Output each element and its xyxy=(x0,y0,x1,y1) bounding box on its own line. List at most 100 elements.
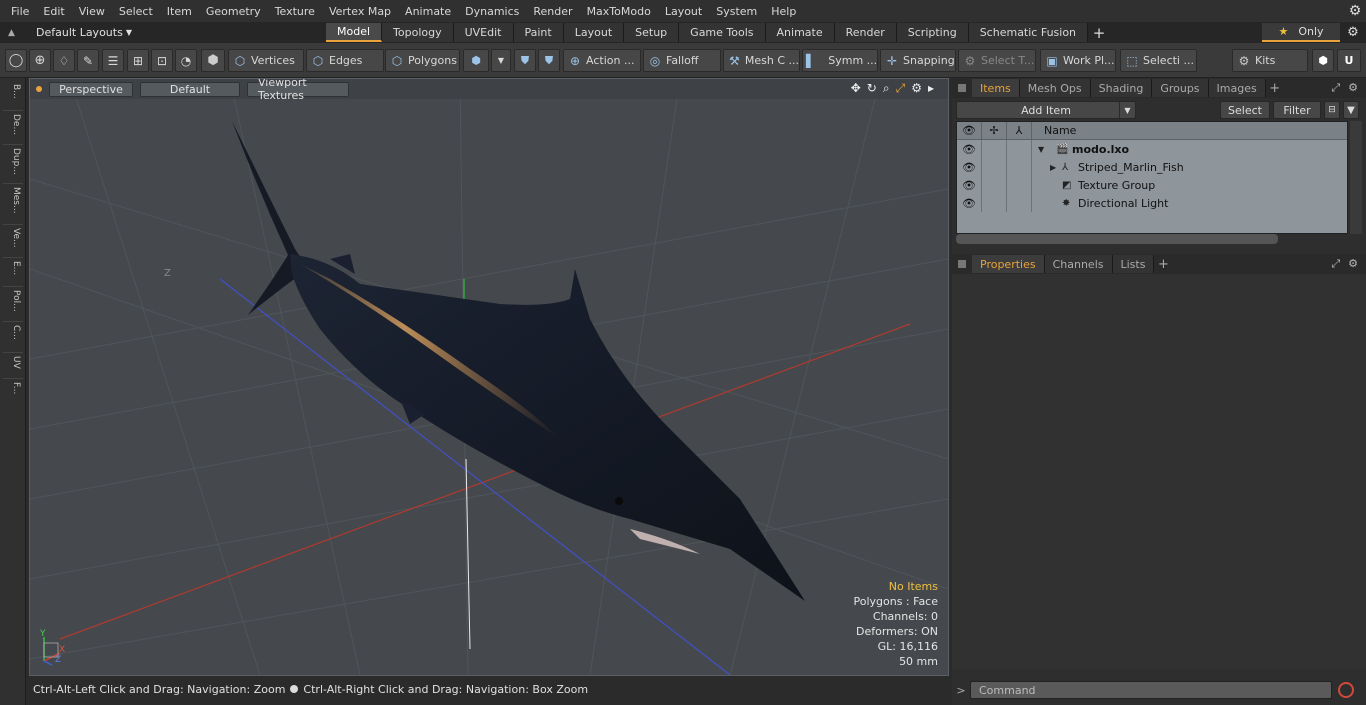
tab-groups[interactable]: Groups xyxy=(1152,79,1209,97)
symmetry-button[interactable]: ▌ Symm ... xyxy=(802,49,878,72)
select-circle-button[interactable]: ◯ xyxy=(5,49,27,72)
tab-scripting[interactable]: Scripting xyxy=(896,23,969,42)
menu-system[interactable]: System xyxy=(709,5,764,18)
add-item-button[interactable]: Add Item ▼ xyxy=(956,101,1136,119)
layout-settings-gear-icon[interactable]: ⚙ xyxy=(1340,25,1366,40)
pop-out-icon[interactable]: ⤢ xyxy=(1331,257,1340,271)
record-macro-icon[interactable] xyxy=(1338,682,1354,698)
command-input[interactable]: Command xyxy=(970,681,1332,699)
panel-gear-icon[interactable]: ⚙ xyxy=(1348,81,1358,95)
tab-items[interactable]: Items xyxy=(972,79,1020,97)
eye-icon[interactable]: 👁 xyxy=(957,140,982,158)
mesh-constraint-button[interactable]: ⚒ Mesh C ... xyxy=(723,49,800,72)
brush-button[interactable]: ✎ xyxy=(77,49,99,72)
tab-render[interactable]: Render xyxy=(834,23,897,42)
unity-button[interactable]: ⬢ xyxy=(1312,49,1334,72)
left-tab-basic[interactable]: B... xyxy=(3,84,21,108)
work-plane-button[interactable]: ▣ Work Pl... xyxy=(1040,49,1116,72)
tab-layout[interactable]: Layout xyxy=(563,23,625,42)
tree-row-striped-marlin-fish[interactable]: 👁 ▶ ⅄ Striped_Marlin_Fish xyxy=(957,158,1347,176)
menu-view[interactable]: View xyxy=(72,5,112,18)
pen-button[interactable]: ♢ xyxy=(53,49,75,72)
globe-button[interactable]: ⊕ xyxy=(29,49,51,72)
tree-row-directional-light[interactable]: 👁 ✸ Directional Light xyxy=(957,194,1347,212)
tab-lists[interactable]: Lists xyxy=(1112,255,1155,273)
left-tab-curve[interactable]: C... xyxy=(3,325,21,351)
left-tab-duplicate[interactable]: Dup... xyxy=(3,148,21,182)
left-tab-uv[interactable]: UV xyxy=(3,356,21,378)
vertices-button[interactable]: ⬡ Vertices xyxy=(228,49,304,72)
expand-right-icon[interactable]: ▸ xyxy=(928,81,934,96)
panel-menu-icon[interactable] xyxy=(958,260,966,268)
eye-icon[interactable]: 👁 xyxy=(957,158,982,176)
tree-row-texture-group[interactable]: 👁 ◩ Texture Group xyxy=(957,176,1347,194)
tab-uvedit[interactable]: UVEdit xyxy=(453,23,514,42)
viewport-menu-dot[interactable] xyxy=(36,86,42,92)
viewport-scene[interactable] xyxy=(30,79,948,675)
zoom-icon[interactable]: ⌕ xyxy=(883,81,890,96)
pop-out-icon[interactable]: ⤢ xyxy=(1331,81,1340,95)
select-button[interactable]: Select xyxy=(1220,101,1270,119)
left-tab-vertex[interactable]: Ve... xyxy=(3,228,21,256)
edges-button[interactable]: ⬡ Edges xyxy=(306,49,384,72)
gear-icon[interactable]: ⚙ xyxy=(1344,0,1366,22)
collapse-icon[interactable]: ⊟ xyxy=(1324,101,1340,119)
tree-horizontal-scrollbar[interactable] xyxy=(956,234,1278,244)
funnel-icon[interactable]: ▼ xyxy=(1343,101,1359,119)
name-column-header[interactable]: Name xyxy=(1032,124,1076,137)
frame-button[interactable]: ⊡ xyxy=(151,49,173,72)
add-tab-icon[interactable]: + xyxy=(1088,24,1110,42)
type-column-icon[interactable]: ⅄ xyxy=(1007,122,1032,140)
menu-dynamics[interactable]: Dynamics xyxy=(458,5,526,18)
eye-icon[interactable]: 👁 xyxy=(957,176,982,194)
left-tab-polygon[interactable]: Pol... xyxy=(3,290,21,320)
selection-sets-button[interactable]: ⬚ Selecti ... xyxy=(1120,49,1197,72)
view-mode-button[interactable]: Perspective xyxy=(49,81,133,97)
rotate-icon[interactable]: ↻ xyxy=(867,81,877,96)
tree-row-modo-lxo[interactable]: 👁 ▼ 🎬 modo.lxo xyxy=(957,140,1347,158)
visibility-column-icon[interactable]: 👁 xyxy=(957,122,982,140)
symmetry-toggle-button[interactable]: ⛊ xyxy=(514,49,536,72)
pan-icon[interactable]: ✥ xyxy=(851,81,861,96)
menu-maxtomodo[interactable]: MaxToModo xyxy=(580,5,658,18)
left-tab-edge[interactable]: E... xyxy=(3,261,21,285)
menu-help[interactable]: Help xyxy=(764,5,803,18)
menu-render[interactable]: Render xyxy=(526,5,579,18)
left-tab-deform[interactable]: De... xyxy=(3,114,21,142)
tab-schematic-fusion[interactable]: Schematic Fusion xyxy=(968,23,1089,42)
menu-animate[interactable]: Animate xyxy=(398,5,458,18)
chevron-down-icon[interactable]: ▼ xyxy=(1119,102,1135,118)
collapse-up-icon[interactable]: ▲ xyxy=(8,28,24,38)
menu-select[interactable]: Select xyxy=(112,5,160,18)
filter-button[interactable]: Filter xyxy=(1273,101,1321,119)
falloff-button[interactable]: ◎ Falloff xyxy=(643,49,721,72)
align-button[interactable]: ☰ xyxy=(102,49,124,72)
unreal-button[interactable]: U xyxy=(1337,49,1361,72)
tab-mesh-ops[interactable]: Mesh Ops xyxy=(1019,79,1091,97)
maximize-icon[interactable]: ⤢ xyxy=(896,81,906,96)
expand-arrow-icon[interactable]: ▶ xyxy=(1050,163,1062,172)
eye-icon[interactable]: 👁 xyxy=(957,194,982,212)
tab-channels[interactable]: Channels xyxy=(1044,255,1113,273)
item-mode-button[interactable]: ⬢ xyxy=(201,49,225,72)
add-panel-tab-icon[interactable]: + xyxy=(1154,257,1172,272)
only-toggle[interactable]: ★ Only xyxy=(1262,23,1340,42)
left-tab-fusion[interactable]: F... xyxy=(3,382,21,406)
left-tab-mesh[interactable]: Mes... xyxy=(3,187,21,223)
viewport-settings-icon[interactable]: ⚙ xyxy=(911,81,922,96)
menu-vertex-map[interactable]: Vertex Map xyxy=(322,5,398,18)
select-through-button[interactable]: ⚙ Select T... xyxy=(958,49,1036,72)
tab-images[interactable]: Images xyxy=(1208,79,1266,97)
material-mode-button[interactable]: ⬢ xyxy=(463,49,489,72)
material-mode-dropdown[interactable]: ▼ xyxy=(491,49,511,72)
pie-button[interactable]: ◔ xyxy=(175,49,197,72)
snapping-button[interactable]: ✛ Snapping xyxy=(880,49,956,72)
striped-marlin-model[interactable] xyxy=(232,121,805,601)
sculpt-toggle-button[interactable]: ⛊ xyxy=(538,49,560,72)
tab-topology[interactable]: Topology xyxy=(382,23,454,42)
panel-menu-icon[interactable] xyxy=(958,84,966,92)
tab-paint[interactable]: Paint xyxy=(513,23,564,42)
default-layouts-dropdown[interactable]: ▲ Default Layouts ▼ xyxy=(0,22,326,43)
menu-layout[interactable]: Layout xyxy=(658,5,709,18)
add-panel-tab-icon[interactable]: + xyxy=(1266,81,1284,96)
